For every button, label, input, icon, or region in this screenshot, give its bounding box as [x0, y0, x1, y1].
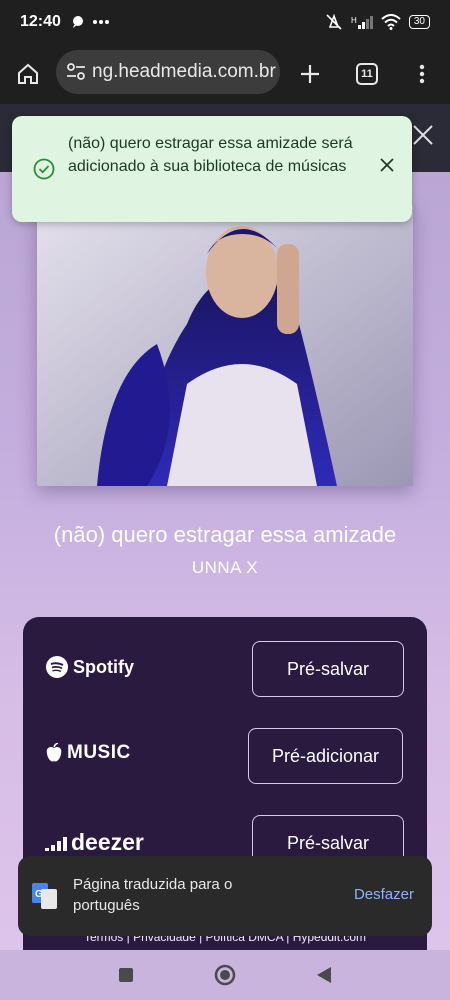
toast-close-button[interactable] [380, 158, 394, 177]
artist-name: UNNA X [191, 558, 259, 577]
apple-music-logo: MUSIC [45, 742, 131, 764]
page-content: (não) quero estragar essa amizade UNNA X… [0, 104, 450, 950]
status-time: 12:40 [20, 13, 61, 30]
album-cover [37, 204, 413, 486]
song-title: (não) quero estragar essa amizade [53, 522, 397, 547]
apple-music-label: MUSIC [67, 742, 131, 763]
silent-icon [326, 13, 342, 30]
svg-text:G: G [35, 889, 43, 900]
google-translate-icon: G [32, 883, 57, 909]
deezer-label: deezer [71, 829, 144, 855]
battery-indicator: 30 [408, 15, 430, 29]
deezer-icon [45, 836, 67, 851]
browser-menu-button[interactable] [404, 56, 440, 92]
home-nav-icon[interactable] [214, 964, 236, 986]
chat-bubble-icon [72, 16, 83, 28]
spotify-label: Spotify [73, 656, 134, 677]
new-tab-button[interactable] [292, 56, 328, 92]
added-toast: (não) quero estragar essa amizade será a… [12, 116, 412, 222]
signal-icon: H [351, 16, 373, 29]
url-bar[interactable]: ng.headmedia.com.br [56, 50, 280, 94]
status-bar: 12:40 H 30 [0, 0, 450, 44]
browser-toolbar: ng.headmedia.com.br 11 [0, 44, 450, 104]
spotify-presave-button[interactable]: Pré-salvar [252, 641, 404, 697]
deezer-logo: deezer [45, 829, 144, 856]
apple-icon [46, 743, 62, 762]
service-row-apple-music: MUSIC Pré-adicionar [23, 728, 427, 784]
translate-message: Página traduzida para o português [73, 876, 233, 914]
close-icon [413, 125, 433, 145]
check-circle-icon [33, 158, 55, 180]
cookie-close-button[interactable] [412, 124, 434, 149]
service-row-spotify: Spotify Pré-salvar [23, 641, 427, 697]
url-text: ng.headmedia.com.br [92, 61, 276, 82]
apple-music-preadd-button[interactable]: Pré-adicionar [248, 728, 403, 784]
album-cover-art [37, 204, 413, 486]
translate-bar: G Página traduzida para o português Desf… [18, 856, 432, 936]
home-icon [18, 63, 38, 84]
back-icon[interactable] [316, 966, 332, 984]
plus-icon [301, 65, 319, 83]
spotify-logo: Spotify [45, 655, 134, 679]
close-icon [380, 158, 394, 172]
home-button[interactable] [10, 56, 46, 92]
spotify-icon [46, 656, 68, 678]
wifi-icon [381, 14, 401, 30]
system-nav-bar [0, 950, 450, 1000]
toast-message: (não) quero estragar essa amizade será a… [68, 135, 353, 175]
more-dots-icon [92, 20, 109, 24]
recents-icon[interactable] [118, 967, 134, 983]
tab-switcher-button[interactable]: 11 [349, 56, 385, 92]
svg-text:H: H [351, 16, 357, 25]
translate-undo-button[interactable]: Desfazer [354, 886, 414, 903]
site-settings-icon[interactable] [66, 63, 86, 81]
vertical-dots-icon [419, 64, 425, 84]
tab-count: 11 [356, 63, 378, 85]
